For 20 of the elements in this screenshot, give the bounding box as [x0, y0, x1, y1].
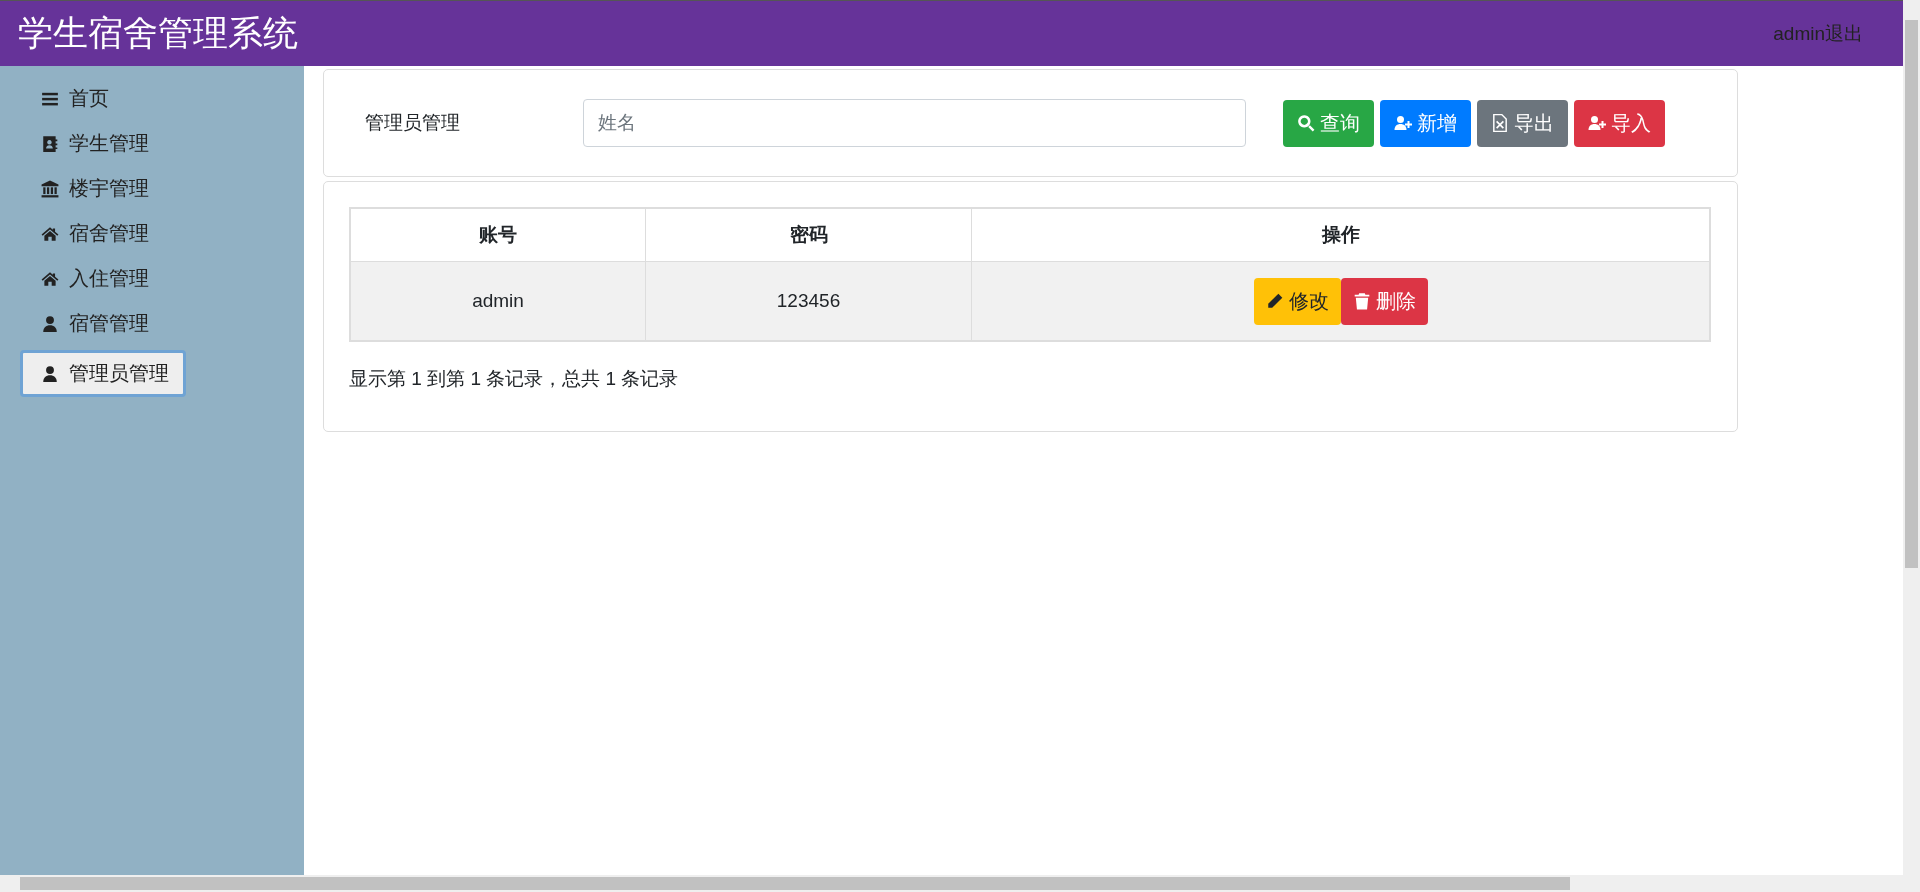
sidebar-item[interactable]: 学生管理: [20, 125, 166, 162]
panel-title: 管理员管理: [365, 111, 461, 135]
row-action-button[interactable]: 删除: [1340, 277, 1428, 325]
sidebar-item[interactable]: 首页: [20, 80, 126, 117]
sidebar-item[interactable]: 管理员管理: [20, 350, 186, 397]
column-header: 账号: [350, 208, 646, 262]
toolbar-button[interactable]: 新增: [1380, 99, 1471, 147]
sidebar-item[interactable]: 宿舍管理: [20, 215, 166, 252]
table-cell: 123456: [645, 261, 972, 341]
name-search-field[interactable]: 姓名: [583, 99, 1246, 147]
sidebar-item[interactable]: 楼宇管理: [20, 170, 166, 207]
toolbar-button[interactable]: 导入: [1574, 99, 1665, 147]
row-action-button[interactable]: 修改: [1253, 277, 1341, 325]
pagination-info: 显示第 1 到第 1 条记录，总共 1 条记录: [349, 367, 680, 391]
app-title: 学生宿舍管理系统: [18, 12, 298, 54]
column-header: 密码: [645, 208, 972, 262]
sidebar-item[interactable]: 入住管理: [20, 260, 166, 297]
sidebar-item[interactable]: 宿管管理: [20, 305, 166, 342]
toolbar-button[interactable]: 导出: [1477, 99, 1568, 147]
table-cell: admin: [350, 261, 646, 341]
